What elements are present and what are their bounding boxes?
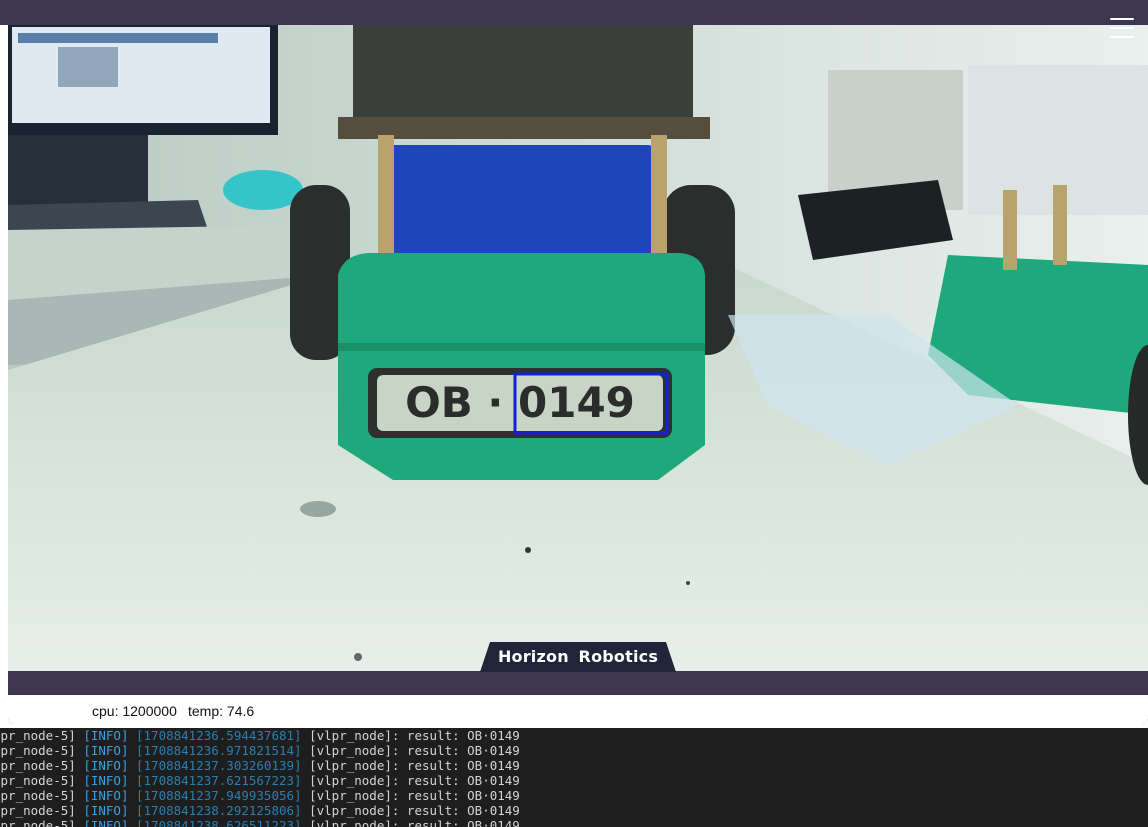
log-line: lpr_node-5] [INFO] [1708841237.303260139…	[0, 758, 520, 773]
log-line: lpr_node-5] [INFO] [1708841237.621567223…	[0, 773, 520, 788]
status-bar: cpu: 1200000 temp: 74.6	[8, 695, 1148, 724]
log-line: lpr_node-5] [INFO] [1708841237.949935056…	[0, 788, 520, 803]
brand-tab: Horizon Robotics	[480, 642, 676, 672]
camera-feed: OB · 0149	[8, 25, 1148, 671]
plate-text: OB · 0149	[405, 378, 635, 427]
cpu-readout: cpu: 1200000	[92, 703, 177, 719]
robot-body	[338, 253, 705, 480]
temp-readout: temp: 74.6	[188, 703, 255, 719]
brand-label: Horizon Robotics	[497, 647, 659, 666]
log-line: lpr_node-5] [INFO] [1708841238.292125806…	[0, 803, 520, 818]
log-line: lpr_node-5] [INFO] [1708841236.971821514…	[0, 743, 520, 758]
camera-frame-image: OB · 0149	[8, 25, 1148, 671]
terminal-log: lpr_node-5] [INFO] [1708841236.594437681…	[0, 728, 1148, 827]
app-window: OB · 0149 Horizon Robotics cpu: 1200000 …	[8, 0, 1148, 724]
log-line: lpr_node-5] [INFO] [1708841236.594437681…	[0, 728, 520, 743]
log-line: lpr_node-5] [INFO] [1708841238.626511223…	[0, 818, 520, 827]
hamburger-menu-icon[interactable]	[1110, 18, 1134, 40]
